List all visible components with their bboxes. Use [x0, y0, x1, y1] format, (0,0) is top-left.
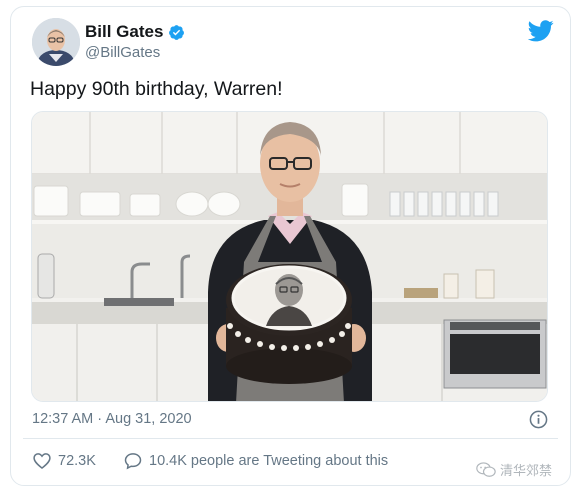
tweeting-about-link[interactable]: 10.4K people are Tweeting about this: [123, 451, 388, 471]
like-count: 72.3K: [58, 453, 96, 469]
tweet-card: Bill Gates @BillGates Happy 90th birthda…: [10, 6, 571, 486]
info-icon[interactable]: [529, 410, 548, 429]
verified-badge-icon: [169, 24, 185, 40]
watermark-text: 清华郊禁: [500, 463, 553, 478]
tweet-timestamp[interactable]: 12:37 AM · Aug 31, 2020: [32, 411, 192, 427]
kitchen-photo: [32, 112, 547, 401]
heart-icon: [33, 453, 51, 470]
avatar[interactable]: [32, 18, 80, 66]
tweet-text: Happy 90th birthday, Warren!: [30, 78, 283, 100]
divider: [23, 438, 558, 439]
tweet-photo[interactable]: [31, 111, 548, 402]
like-button[interactable]: 72.3K: [32, 451, 96, 471]
speech-bubble-icon: [124, 453, 142, 470]
tweeting-about-text: 10.4K people are Tweeting about this: [149, 453, 389, 469]
display-name-text[interactable]: Bill Gates: [85, 22, 163, 42]
twitter-bird-icon[interactable]: [528, 20, 554, 42]
wechat-icon: [476, 461, 496, 477]
user-handle[interactable]: @BillGates: [85, 44, 160, 61]
cake: [226, 264, 352, 384]
watermark: 清华郊禁: [476, 460, 552, 479]
display-name[interactable]: Bill Gates: [85, 22, 185, 42]
